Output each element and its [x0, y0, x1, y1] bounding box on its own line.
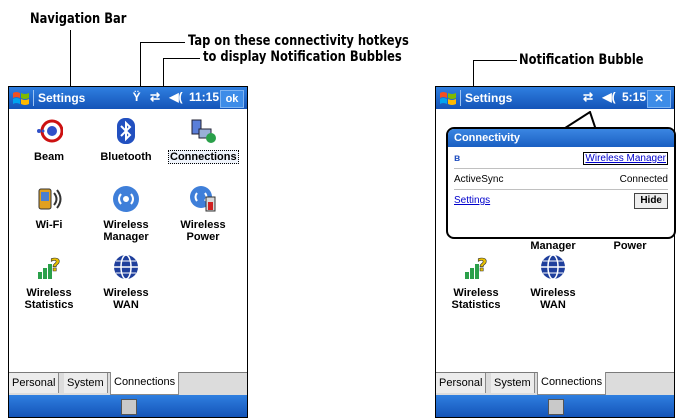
svg-text:?: ?: [50, 255, 60, 276]
keyboard-icon[interactable]: [121, 399, 137, 415]
activesync-status: Connected: [619, 174, 668, 185]
wifi-icon: [38, 188, 62, 210]
app-bluetooth-label: Bluetooth: [100, 151, 152, 163]
settings-link[interactable]: Settings: [454, 195, 490, 206]
nav-separator: [460, 90, 461, 106]
app-wireless-power-label1: Wireless: [180, 219, 226, 231]
app-wifi[interactable]: Wi-Fi: [14, 185, 84, 231]
wireless-wan-globe-icon: [541, 254, 565, 280]
app-wireless-power-label2: Power: [186, 231, 220, 243]
hotkeys-callout-line1: Tap on these connectivity hotkeys: [188, 33, 409, 49]
wireless-power-icon: [190, 186, 216, 212]
app-wireless-wan-label2: WAN: [540, 299, 566, 311]
app-wireless-wan-label1: Wireless: [530, 287, 576, 299]
bluetooth-icon: [117, 118, 135, 144]
connections-icon: [191, 119, 216, 143]
beam-icon: [37, 119, 64, 143]
bottom-menu-bar: [9, 395, 247, 417]
navigation-bar: Settings Ÿ ⇄ ◀( 11:15 ok: [9, 87, 247, 109]
connectivity-arrows-icon[interactable]: ⇄: [583, 90, 593, 104]
tab-personal[interactable]: Personal: [436, 373, 487, 393]
clock[interactable]: 11:15: [189, 90, 219, 104]
app-wireless-wan[interactable]: Wireless WAN: [518, 253, 588, 311]
navigation-bar: Settings ⇄ ◀( 5:15 ✕: [436, 87, 674, 109]
partial-label-power: Power: [595, 240, 665, 252]
volume-icon[interactable]: ◀(: [602, 90, 615, 104]
app-wireless-statistics[interactable]: ? Wireless Statistics: [441, 253, 511, 311]
settings-tab-bar: Personal System Connections: [436, 372, 674, 395]
tab-personal[interactable]: Personal: [9, 373, 60, 393]
app-wireless-manager[interactable]: Wireless Manager: [91, 185, 161, 243]
windows-start-icon[interactable]: [12, 90, 30, 106]
app-connections-label: Connections: [168, 150, 239, 164]
windows-start-icon[interactable]: [439, 90, 457, 106]
volume-icon[interactable]: ◀(: [169, 90, 182, 104]
nav-status-icons: Ÿ ⇄ ◀( 11:15: [133, 90, 219, 104]
app-wireless-manager-label1: Wireless: [103, 219, 149, 231]
bubble-row-activesync: ActiveSync Connected: [454, 171, 668, 190]
app-wifi-label: Wi-Fi: [35, 219, 63, 231]
notification-bubble-callout: Notification Bubble: [519, 52, 644, 68]
app-wireless-statistics-label1: Wireless: [453, 287, 499, 299]
partial-power-text: Power: [613, 240, 647, 252]
app-wireless-wan-label2: WAN: [113, 299, 139, 311]
bubble-title: Connectivity: [448, 129, 674, 147]
app-wireless-wan[interactable]: Wireless WAN: [91, 253, 161, 311]
clock[interactable]: 5:15: [622, 90, 646, 104]
app-wireless-statistics-label2: Statistics: [451, 299, 501, 311]
bubble-row-wireless-manager: ʙ Wireless Manager: [454, 150, 668, 169]
app-wireless-wan-label1: Wireless: [103, 287, 149, 299]
hotkey-leader-vertical-1: [140, 42, 141, 90]
tab-system[interactable]: System: [64, 373, 108, 393]
hotkeys-callout-line2: to display Notification Bubbles: [203, 49, 402, 65]
left-device-screen: Settings Ÿ ⇄ ◀( 11:15 ok Beam Bluetooth …: [8, 86, 248, 418]
app-connections[interactable]: Connections: [168, 117, 239, 164]
hotkey-leader-horizontal-1: [140, 42, 185, 43]
app-bluetooth[interactable]: Bluetooth: [91, 117, 161, 163]
notification-bubble: Connectivity ʙ Wireless Manager ActiveSy…: [446, 127, 676, 239]
partial-label-manager: Manager: [518, 240, 588, 252]
keyboard-icon[interactable]: [548, 399, 564, 415]
connectivity-arrows-icon[interactable]: ⇄: [150, 90, 160, 104]
app-wireless-statistics[interactable]: ? Wireless Statistics: [14, 253, 84, 311]
svg-text:?: ?: [477, 255, 487, 276]
app-beam[interactable]: Beam: [14, 117, 84, 163]
hide-button[interactable]: Hide: [634, 193, 668, 209]
bubble-row-actions: Settings Hide: [454, 192, 668, 210]
hotkey-leader-horizontal-2: [163, 58, 200, 59]
nav-title: Settings: [38, 91, 86, 105]
nav-title: Settings: [465, 91, 513, 105]
ok-button[interactable]: ok: [220, 90, 244, 108]
wireless-manager-link[interactable]: Wireless Manager: [583, 152, 668, 165]
bluetooth-small-icon: ʙ: [454, 153, 461, 164]
tab-connections[interactable]: Connections: [537, 372, 607, 395]
wireless-signal-icon[interactable]: Ÿ: [133, 90, 141, 104]
app-beam-label: Beam: [34, 151, 64, 163]
wireless-wan-globe-icon: [114, 254, 138, 280]
settings-tab-bar: Personal System Connections: [9, 372, 247, 395]
tab-system[interactable]: System: [491, 373, 535, 393]
activesync-label: ActiveSync: [454, 174, 504, 185]
wireless-manager-icon: [113, 186, 139, 212]
app-wireless-statistics-label1: Wireless: [26, 287, 72, 299]
bubble-leader-horizontal: [473, 60, 517, 61]
app-wireless-power[interactable]: Wireless Power: [168, 185, 238, 243]
tab-connections[interactable]: Connections: [110, 372, 180, 395]
partial-manager-text: Manager: [530, 240, 576, 252]
bottom-menu-bar: [436, 395, 674, 417]
navigation-bar-callout: Navigation Bar: [30, 11, 127, 27]
app-wireless-statistics-label2: Statistics: [24, 299, 74, 311]
app-wireless-manager-label2: Manager: [103, 231, 149, 243]
navigation-bar-leader-line: [70, 30, 71, 88]
wireless-statistics-icon: ?: [465, 255, 488, 279]
close-button[interactable]: ✕: [647, 90, 671, 108]
wireless-statistics-icon: ?: [38, 255, 61, 279]
nav-status-icons: ⇄ ◀( 5:15: [583, 90, 646, 104]
nav-separator: [33, 90, 34, 106]
